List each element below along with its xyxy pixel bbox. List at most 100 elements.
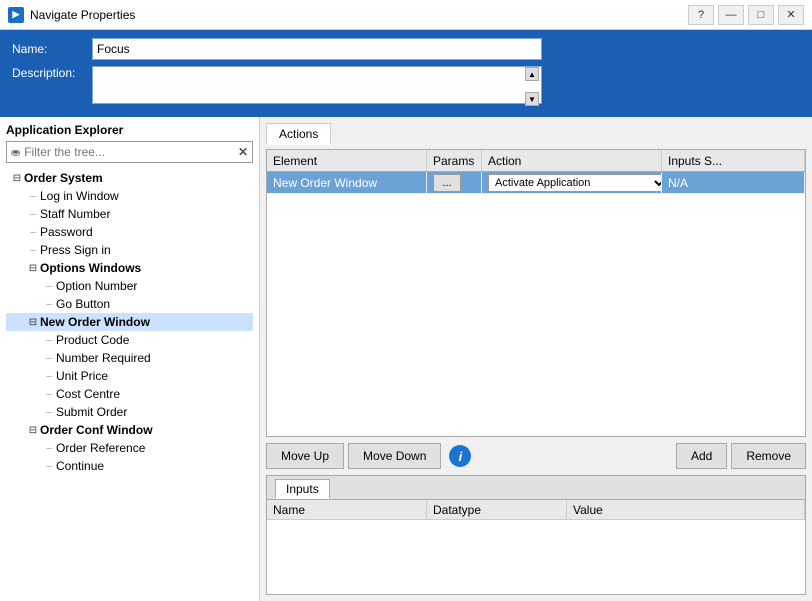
col-header-params: Params [427, 150, 482, 171]
tab-actions[interactable]: Actions [266, 123, 331, 145]
cell-action: Activate Application [482, 172, 662, 193]
inputs-body [267, 520, 805, 594]
help-button[interactable]: ? [688, 5, 714, 25]
tree-item[interactable]: ⊟Options Windows [6, 259, 253, 277]
filter-row: ⛂ ✕ [6, 141, 253, 163]
tree-item[interactable]: ⊟Order Conf Window [6, 421, 253, 439]
tree-expander-icon: – [42, 389, 56, 400]
window-controls: ? — □ ✕ [688, 5, 804, 25]
tree-item[interactable]: –Submit Order [6, 403, 253, 421]
cell-inputs: N/A [662, 172, 805, 193]
close-button[interactable]: ✕ [778, 5, 804, 25]
tree-label: Options Windows [40, 261, 141, 275]
main-content: Application Explorer ⛂ ✕ ⊟Order System–L… [0, 117, 812, 601]
tree-label: Number Required [56, 351, 151, 365]
action-select-wrap: Activate Application [488, 174, 662, 192]
tree-expander-icon: ⊟ [26, 425, 40, 436]
inputs-col-datatype: Datatype [427, 500, 567, 519]
description-wrap: ▲ ▼ [92, 66, 542, 107]
tree-item[interactable]: –Order Reference [6, 439, 253, 457]
table-row[interactable]: New Order Window ... Activate Applicatio… [267, 172, 805, 194]
tree-expander-icon: – [42, 407, 56, 418]
tree-expander-icon: ⊟ [26, 317, 40, 328]
tree-item[interactable]: –Product Code [6, 331, 253, 349]
tree-item[interactable]: ⊟New Order Window [6, 313, 253, 331]
add-button[interactable]: Add [676, 443, 727, 469]
tree-label: Log in Window [40, 189, 119, 203]
inputs-section: Inputs Name Datatype Value [266, 475, 806, 595]
description-row: Description: ▲ ▼ [12, 66, 800, 107]
tree-expander-icon: – [42, 281, 56, 292]
cell-params: ... [427, 172, 482, 193]
tree-label: Unit Price [56, 369, 108, 383]
filter-input[interactable] [24, 145, 234, 159]
description-textarea[interactable] [92, 66, 542, 104]
window-title: Navigate Properties [30, 8, 688, 22]
tree-label: Order Reference [56, 441, 145, 455]
tree-label: Cost Centre [56, 387, 120, 401]
tree-item[interactable]: –Go Button [6, 295, 253, 313]
tab-inputs[interactable]: Inputs [275, 479, 330, 499]
params-button[interactable]: ... [433, 174, 461, 192]
remove-button[interactable]: Remove [731, 443, 806, 469]
name-row: Name: [12, 38, 800, 60]
tree-expander-icon: – [42, 353, 56, 364]
tree-label: Press Sign in [40, 243, 111, 257]
tree-item[interactable]: –Unit Price [6, 367, 253, 385]
minimize-button[interactable]: — [718, 5, 744, 25]
tree-label: Continue [56, 459, 104, 473]
tree-item[interactable]: –Password [6, 223, 253, 241]
tree-label: Submit Order [56, 405, 127, 419]
table-header: Element Params Action Inputs S... [267, 150, 805, 172]
action-select[interactable]: Activate Application [488, 174, 662, 192]
actions-table-container: Element Params Action Inputs S... New Or… [266, 149, 806, 437]
tree-label: Order Conf Window [40, 423, 153, 437]
inputs-tab-bar: Inputs [267, 476, 805, 500]
inputs-table-header: Name Datatype Value [267, 500, 805, 520]
tree-item[interactable]: –Cost Centre [6, 385, 253, 403]
scrollbar-buttons: ▲ ▼ [525, 67, 541, 106]
tree-expander-icon: – [42, 443, 56, 454]
tab-bar: Actions [266, 123, 806, 145]
name-input[interactable] [92, 38, 542, 60]
inputs-col-value: Value [567, 500, 805, 519]
tree-item[interactable]: –Continue [6, 457, 253, 475]
tree-expander-icon: ⊟ [26, 263, 40, 274]
info-icon: i [449, 445, 471, 467]
application-tree: ⊟Order System–Log in Window–Staff Number… [6, 169, 253, 595]
tree-item[interactable]: –Option Number [6, 277, 253, 295]
tree-expander-icon: – [26, 227, 40, 238]
tree-item[interactable]: ⊟Order System [6, 169, 253, 187]
tree-expander-icon: – [42, 299, 56, 310]
filter-clear-button[interactable]: ✕ [234, 145, 252, 159]
description-label: Description: [12, 66, 92, 80]
header-area: Name: Description: ▲ ▼ [0, 30, 812, 117]
tree-label: Order System [24, 171, 103, 185]
tree-item[interactable]: –Log in Window [6, 187, 253, 205]
scroll-down-arrow[interactable]: ▼ [525, 92, 539, 106]
tree-expander-icon: – [26, 245, 40, 256]
inputs-col-name: Name [267, 500, 427, 519]
move-down-button[interactable]: Move Down [348, 443, 441, 469]
app-icon: ▶ [8, 7, 24, 23]
tree-item[interactable]: –Number Required [6, 349, 253, 367]
name-label: Name: [12, 42, 92, 56]
maximize-button[interactable]: □ [748, 5, 774, 25]
scroll-up-arrow[interactable]: ▲ [525, 67, 539, 81]
tree-expander-icon: – [42, 335, 56, 346]
tree-item[interactable]: –Staff Number [6, 205, 253, 223]
move-up-button[interactable]: Move Up [266, 443, 344, 469]
title-bar: ▶ Navigate Properties ? — □ ✕ [0, 0, 812, 30]
cell-element: New Order Window [267, 172, 427, 193]
tree-label: Option Number [56, 279, 137, 293]
col-header-inputs: Inputs S... [662, 150, 805, 171]
tree-label: Product Code [56, 333, 129, 347]
tree-label: Go Button [56, 297, 110, 311]
right-panel: Actions Element Params Action Inputs S..… [260, 117, 812, 601]
col-header-action: Action [482, 150, 662, 171]
tree-expander-icon: – [26, 191, 40, 202]
filter-icon: ⛂ [7, 146, 24, 159]
col-header-element: Element [267, 150, 427, 171]
tree-item[interactable]: –Press Sign in [6, 241, 253, 259]
action-buttons-row: Move Up Move Down i Add Remove [266, 443, 806, 469]
